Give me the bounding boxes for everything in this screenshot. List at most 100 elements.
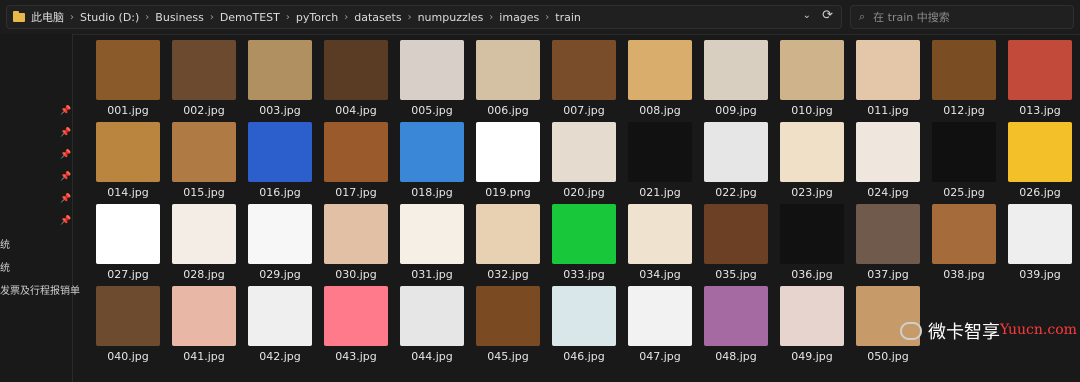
- file-name: 044.jpg: [411, 350, 453, 363]
- address-bar[interactable]: 此电脑 › Studio (D:) › Business › DemoTEST …: [6, 5, 842, 29]
- file-item[interactable]: 028.jpg: [164, 204, 244, 286]
- sidebar-item-system-1[interactable]: 统: [0, 236, 10, 251]
- file-item[interactable]: 005.jpg: [392, 40, 472, 122]
- file-item[interactable]: 022.jpg: [696, 122, 776, 204]
- file-name: 034.jpg: [639, 268, 681, 281]
- file-item[interactable]: 016.jpg: [240, 122, 320, 204]
- file-item[interactable]: 014.jpg: [88, 122, 168, 204]
- file-item[interactable]: 038.jpg: [924, 204, 1004, 286]
- sidebar-item-invoices[interactable]: 发票及行程报销单: [0, 282, 80, 297]
- file-item[interactable]: 006.jpg: [468, 40, 548, 122]
- file-item[interactable]: 011.jpg: [848, 40, 928, 122]
- file-item[interactable]: 032.jpg: [468, 204, 548, 286]
- file-item[interactable]: 037.jpg: [848, 204, 928, 286]
- top-bar: 此电脑 › Studio (D:) › Business › DemoTEST …: [0, 0, 1080, 35]
- file-item[interactable]: 048.jpg: [696, 286, 776, 368]
- file-item[interactable]: 024.jpg: [848, 122, 928, 204]
- file-name: 045.jpg: [487, 350, 529, 363]
- file-item[interactable]: 044.jpg: [392, 286, 472, 368]
- file-name: 018.jpg: [411, 186, 453, 199]
- file-item[interactable]: 046.jpg: [544, 286, 624, 368]
- image-thumbnail: [400, 40, 464, 100]
- chevron-right-icon: ›: [344, 11, 349, 23]
- search-box[interactable]: ⌕ 在 train 中搜索: [850, 5, 1074, 29]
- breadcrumb-1[interactable]: Studio (D:): [80, 11, 139, 24]
- file-item[interactable]: 017.jpg: [316, 122, 396, 204]
- chevron-right-icon: ›: [489, 11, 494, 23]
- file-name: 022.jpg: [715, 186, 757, 199]
- file-item[interactable]: 040.jpg: [88, 286, 168, 368]
- breadcrumb-4[interactable]: pyTorch: [296, 11, 338, 24]
- breadcrumb-8[interactable]: train: [555, 11, 581, 24]
- file-item[interactable]: 041.jpg: [164, 286, 244, 368]
- file-item[interactable]: 012.jpg: [924, 40, 1004, 122]
- file-name: 039.jpg: [1019, 268, 1061, 281]
- file-item[interactable]: 010.jpg: [772, 40, 852, 122]
- file-item[interactable]: 026.jpg: [1000, 122, 1080, 204]
- file-item[interactable]: 021.jpg: [620, 122, 700, 204]
- image-thumbnail: [932, 40, 996, 100]
- refresh-button[interactable]: ⟳: [822, 8, 833, 23]
- image-thumbnail: [96, 204, 160, 264]
- file-item[interactable]: 043.jpg: [316, 286, 396, 368]
- pin-icon[interactable]: 📌: [60, 128, 71, 138]
- address-dropdown-button[interactable]: ⌄: [803, 10, 811, 21]
- pin-icon[interactable]: 📌: [60, 150, 71, 160]
- image-thumbnail: [628, 204, 692, 264]
- chevron-right-icon: ›: [209, 11, 214, 23]
- file-item[interactable]: 015.jpg: [164, 122, 244, 204]
- file-item[interactable]: 029.jpg: [240, 204, 320, 286]
- file-item[interactable]: 023.jpg: [772, 122, 852, 204]
- file-item[interactable]: 039.jpg: [1000, 204, 1080, 286]
- pin-icon[interactable]: 📌: [60, 194, 71, 204]
- file-item[interactable]: 003.jpg: [240, 40, 320, 122]
- pin-icon[interactable]: 📌: [60, 172, 71, 182]
- breadcrumb-6[interactable]: numpuzzles: [418, 11, 484, 24]
- breadcrumb-5[interactable]: datasets: [354, 11, 401, 24]
- file-name: 006.jpg: [487, 104, 529, 117]
- image-thumbnail: [172, 286, 236, 346]
- file-name: 047.jpg: [639, 350, 681, 363]
- image-thumbnail: [704, 40, 768, 100]
- file-item[interactable]: 027.jpg: [88, 204, 168, 286]
- file-name: 030.jpg: [335, 268, 377, 281]
- sidebar-item-system-2[interactable]: 统: [0, 259, 10, 274]
- file-item[interactable]: 009.jpg: [696, 40, 776, 122]
- file-name: 010.jpg: [791, 104, 833, 117]
- file-item[interactable]: 042.jpg: [240, 286, 320, 368]
- image-thumbnail: [552, 204, 616, 264]
- file-item[interactable]: 034.jpg: [620, 204, 700, 286]
- file-item[interactable]: 019.png: [468, 122, 548, 204]
- pin-icon[interactable]: 📌: [60, 106, 71, 116]
- breadcrumb-7[interactable]: images: [499, 11, 539, 24]
- breadcrumb-3[interactable]: DemoTEST: [220, 11, 280, 24]
- file-item[interactable]: 045.jpg: [468, 286, 548, 368]
- file-item[interactable]: 036.jpg: [772, 204, 852, 286]
- file-item[interactable]: 025.jpg: [924, 122, 1004, 204]
- file-name: 003.jpg: [259, 104, 301, 117]
- file-item[interactable]: 020.jpg: [544, 122, 624, 204]
- folder-icon: [13, 10, 25, 22]
- file-name: 019.png: [485, 186, 531, 199]
- file-item[interactable]: 049.jpg: [772, 286, 852, 368]
- file-item[interactable]: 001.jpg: [88, 40, 168, 122]
- breadcrumb-2[interactable]: Business: [155, 11, 204, 24]
- file-item[interactable]: 030.jpg: [316, 204, 396, 286]
- file-item[interactable]: 047.jpg: [620, 286, 700, 368]
- file-item[interactable]: 035.jpg: [696, 204, 776, 286]
- pin-icon[interactable]: 📌: [60, 216, 71, 226]
- image-thumbnail: [248, 286, 312, 346]
- file-name: 046.jpg: [563, 350, 605, 363]
- file-item[interactable]: 002.jpg: [164, 40, 244, 122]
- file-item[interactable]: 031.jpg: [392, 204, 472, 286]
- file-item[interactable]: 007.jpg: [544, 40, 624, 122]
- file-item[interactable]: 004.jpg: [316, 40, 396, 122]
- file-item[interactable]: 013.jpg: [1000, 40, 1080, 122]
- image-thumbnail: [324, 122, 388, 182]
- file-item[interactable]: 018.jpg: [392, 122, 472, 204]
- image-thumbnail: [96, 122, 160, 182]
- image-thumbnail: [780, 122, 844, 182]
- breadcrumb-0[interactable]: 此电脑: [31, 9, 64, 25]
- file-item[interactable]: 033.jpg: [544, 204, 624, 286]
- file-item[interactable]: 008.jpg: [620, 40, 700, 122]
